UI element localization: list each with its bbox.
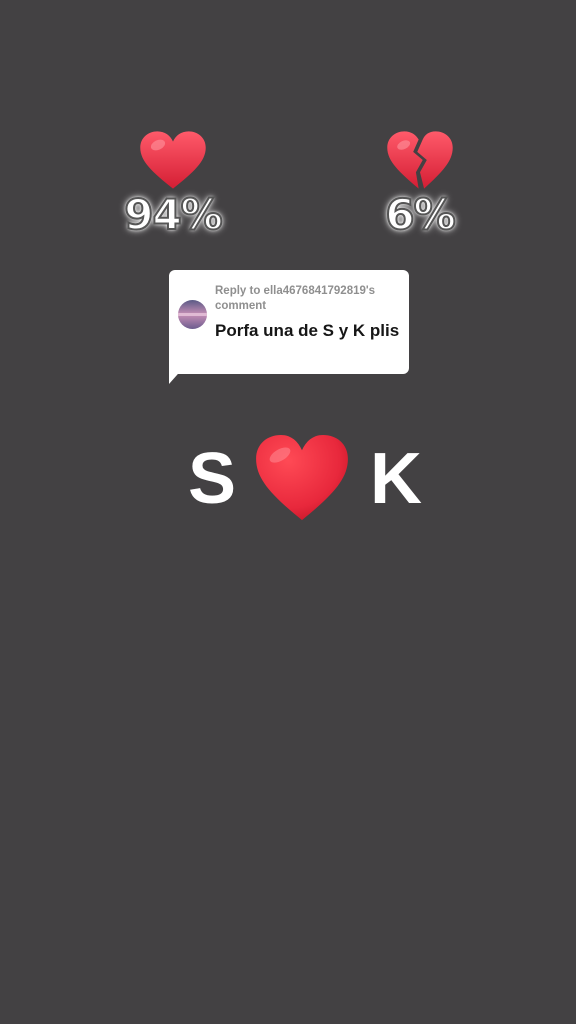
comment-text: Porfa una de S y K plis (215, 321, 400, 340)
avatar[interactable] (178, 300, 207, 329)
red-heart-icon (140, 131, 206, 189)
broken-heart-icon (387, 131, 453, 189)
couple-display: S K (0, 432, 576, 528)
broken-percent-value: 6% (384, 190, 456, 239)
broken-percentage: 6% (345, 130, 495, 239)
right-initial: K (370, 439, 422, 519)
red-heart-icon (256, 434, 348, 521)
love-percent-value: 94% (123, 190, 224, 239)
reply-comment-bubble[interactable]: Reply to ella4676841792819's comment Por… (169, 270, 409, 374)
left-initial: S (188, 439, 237, 519)
love-percentage: 94% (98, 130, 248, 239)
reply-to-label: Reply to ella4676841792819's comment (215, 285, 376, 312)
